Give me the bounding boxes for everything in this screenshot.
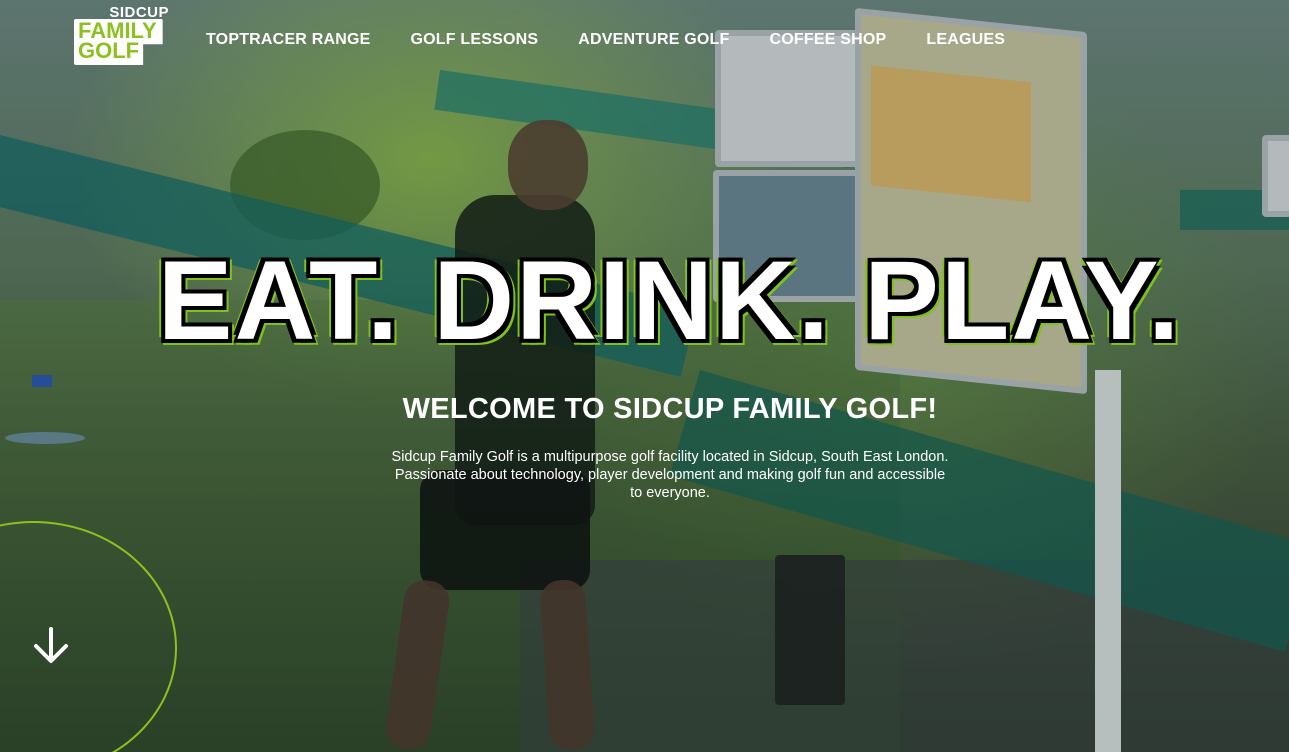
nav-item-coffee-shop[interactable]: COFFEE SHOP [770, 31, 887, 49]
nav-item-leagues[interactable]: LEAGUES [926, 31, 1005, 49]
hero-section: SIDCUP FAMILY GOLF TOPTRACER RANGE GOLF … [0, 0, 1289, 752]
logo-badge: FAMILY GOLF [74, 19, 163, 65]
arrow-down-icon[interactable] [31, 626, 71, 666]
logo-sidcup-text: SIDCUP [109, 4, 169, 21]
nav-item-golf-lessons[interactable]: GOLF LESSONS [411, 31, 539, 49]
site-logo[interactable]: SIDCUP FAMILY GOLF [74, 4, 169, 76]
welcome-heading: WELCOME TO SIDCUP FAMILY GOLF! [402, 393, 938, 425]
nav-item-toptracer-range[interactable]: TOPTRACER RANGE [206, 31, 371, 49]
hero-background-image [0, 0, 1289, 752]
intro-paragraph: Sidcup Family Golf is a multipurpose gol… [391, 449, 949, 501]
hero-headline: EAT. DRINK. PLAY. [157, 238, 1182, 363]
logo-golf-text: GOLF [78, 38, 140, 63]
main-nav: TOPTRACER RANGE GOLF LESSONS ADVENTURE G… [206, 31, 1005, 49]
nav-item-adventure-golf[interactable]: ADVENTURE GOLF [578, 31, 729, 49]
overlay-tint [0, 0, 1289, 752]
